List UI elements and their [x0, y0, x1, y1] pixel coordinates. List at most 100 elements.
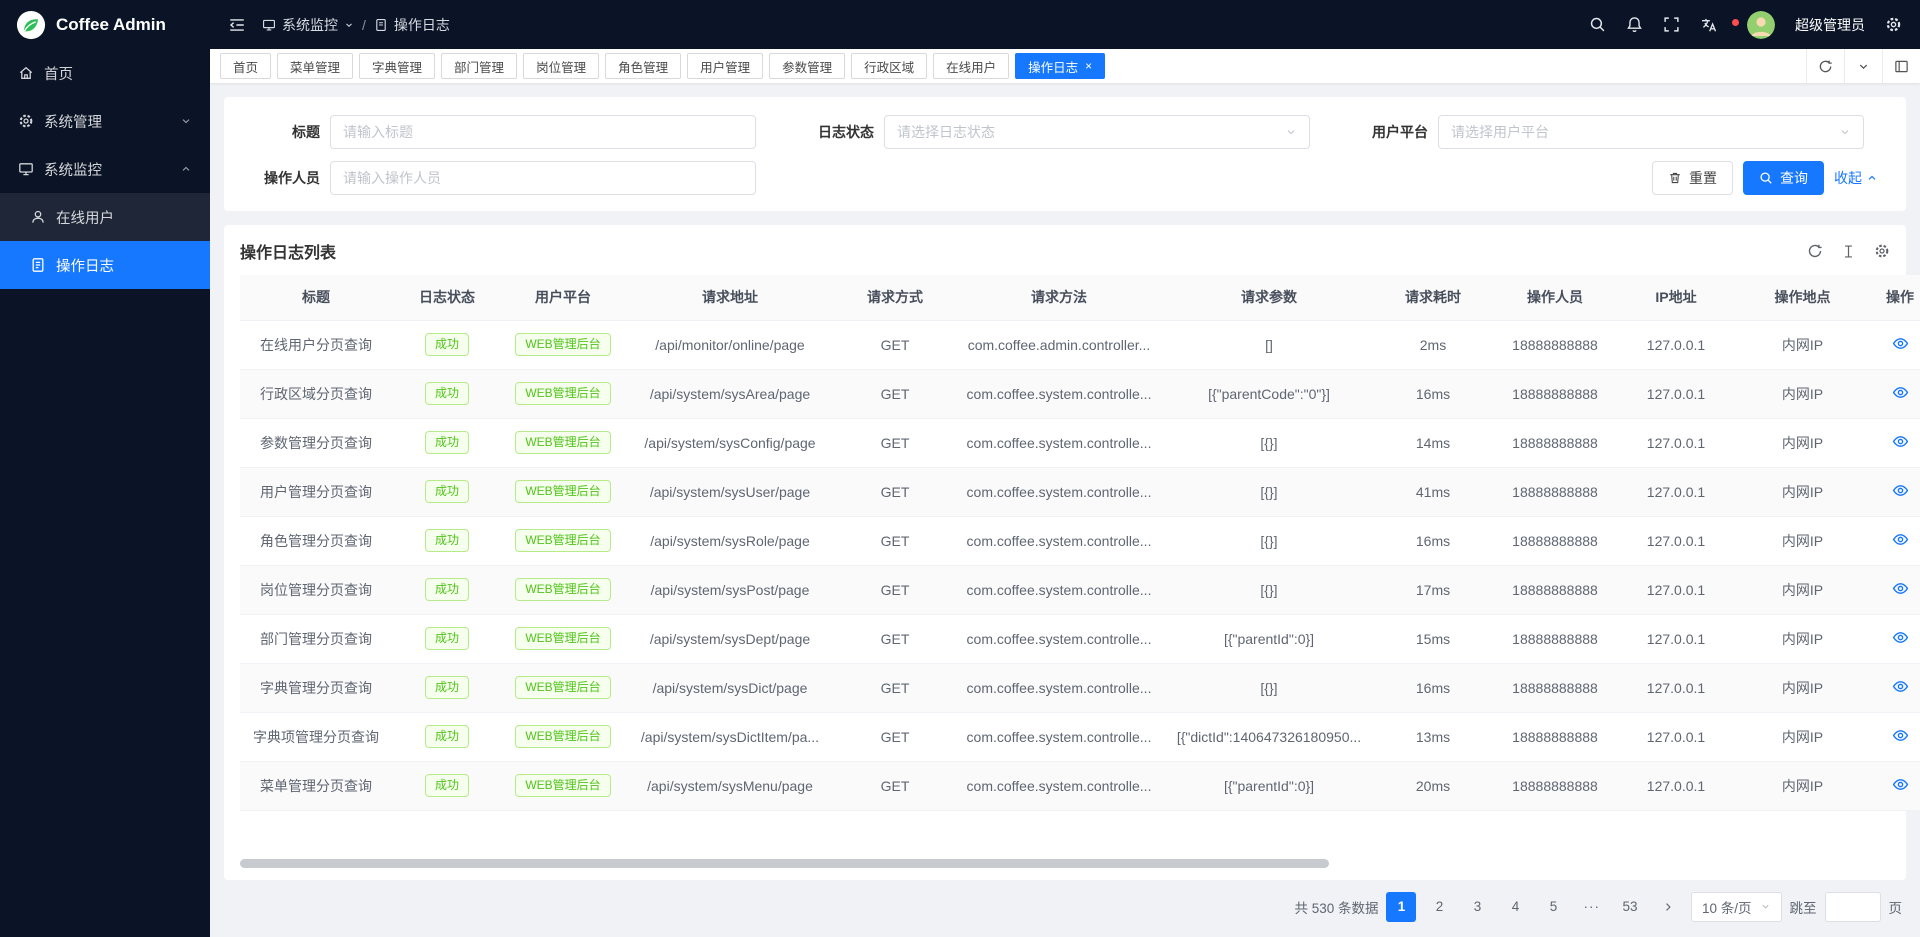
notification-bell-icon[interactable] [1626, 16, 1643, 33]
tab-用户管理[interactable]: 用户管理 [687, 53, 763, 79]
view-detail-eye-icon[interactable] [1892, 776, 1909, 793]
cell-method: GET [836, 320, 954, 369]
cell-operator: 18888888888 [1492, 516, 1618, 565]
tab-字典管理[interactable]: 字典管理 [359, 53, 435, 79]
view-detail-eye-icon[interactable] [1892, 580, 1909, 597]
sidebar-item-system-management[interactable]: 系统管理 [0, 97, 210, 145]
cell-method: GET [836, 516, 954, 565]
tab-label: 用户管理 [700, 57, 750, 76]
cell-location: 内网IP [1734, 369, 1871, 418]
sidebar-item-online-users[interactable]: 在线用户 [0, 193, 210, 241]
cell-duration: 13ms [1374, 712, 1492, 761]
cell-ip: 127.0.0.1 [1618, 516, 1734, 565]
breadcrumb-item-operation-logs[interactable]: 操作日志 [374, 15, 450, 35]
app-logo[interactable]: Coffee Admin [0, 0, 210, 49]
tab-菜单管理[interactable]: 菜单管理 [277, 53, 353, 79]
view-detail-eye-icon[interactable] [1892, 384, 1909, 401]
column-header-operator: 操作人员 [1492, 275, 1618, 320]
topbar: 系统监控 / 操作日志 超级管理员 [210, 0, 1920, 49]
view-detail-eye-icon[interactable] [1892, 678, 1909, 695]
title-input[interactable] [330, 115, 756, 149]
page-button-2[interactable]: 2 [1424, 892, 1454, 922]
view-detail-eye-icon[interactable] [1892, 727, 1909, 744]
settings-gear-icon[interactable] [1885, 16, 1902, 33]
page-button-5[interactable]: 5 [1538, 892, 1568, 922]
cell-title: 字典项管理分页查询 [240, 712, 392, 761]
operator-input[interactable] [330, 161, 756, 195]
cell-operator: 18888888888 [1492, 418, 1618, 467]
sidebar-item-system-monitoring[interactable]: 系统监控 [0, 145, 210, 193]
page-size-select[interactable]: 10 条/页 [1691, 892, 1782, 922]
title-label: 标题 [228, 122, 320, 142]
view-detail-eye-icon[interactable] [1892, 531, 1909, 548]
platform-tag: WEB管理后台 [515, 529, 610, 553]
cell-params: [{"parentCode":"0"}] [1164, 369, 1374, 418]
tab-label: 岗位管理 [536, 57, 586, 76]
page-button-4[interactable]: 4 [1500, 892, 1530, 922]
collapse-label: 收起 [1834, 168, 1862, 188]
tab-行政区域[interactable]: 行政区域 [851, 53, 927, 79]
tab-close-icon[interactable]: × [1085, 60, 1092, 72]
reset-button[interactable]: 重置 [1652, 161, 1733, 195]
cell-actions [1871, 516, 1920, 565]
refresh-icon[interactable] [1807, 243, 1823, 259]
status-tag: 成功 [425, 333, 469, 357]
column-header-params: 请求参数 [1164, 275, 1374, 320]
row-height-icon[interactable] [1841, 244, 1856, 259]
cell-url: /api/system/sysDept/page [624, 614, 836, 663]
user-platform-select[interactable]: 请选择用户平台 [1438, 115, 1864, 149]
tab-actions-chevron-icon[interactable] [1844, 49, 1882, 83]
cell-params: [{}] [1164, 418, 1374, 467]
jump-page-input[interactable] [1825, 892, 1881, 922]
cell-location: 内网IP [1734, 320, 1871, 369]
search-button[interactable]: 查询 [1743, 161, 1824, 195]
refresh-tab-icon[interactable] [1806, 49, 1844, 83]
view-detail-eye-icon[interactable] [1892, 335, 1909, 352]
chevron-up-icon [1866, 172, 1878, 184]
current-user-name[interactable]: 超级管理员 [1795, 15, 1865, 35]
cell-actions [1871, 418, 1920, 467]
tab-在线用户[interactable]: 在线用户 [933, 53, 1009, 79]
user-avatar[interactable] [1747, 11, 1775, 39]
tab-岗位管理[interactable]: 岗位管理 [523, 53, 599, 79]
breadcrumb-item-system-monitoring[interactable]: 系统监控 [262, 15, 354, 35]
translate-icon[interactable] [1700, 16, 1718, 34]
tab-角色管理[interactable]: 角色管理 [605, 53, 681, 79]
cell-url: /api/system/sysDict/page [624, 663, 836, 712]
tab-部门管理[interactable]: 部门管理 [441, 53, 517, 79]
cell-platform: WEB管理后台 [502, 614, 624, 663]
sidebar-collapse-icon[interactable] [228, 16, 246, 34]
content-fullscreen-icon[interactable] [1882, 49, 1920, 83]
cell-handler: com.coffee.system.controlle... [954, 712, 1164, 761]
page-button-53[interactable]: 53 [1615, 892, 1645, 922]
tab-参数管理[interactable]: 参数管理 [769, 53, 845, 79]
view-detail-eye-icon[interactable] [1892, 482, 1909, 499]
fullscreen-icon[interactable] [1663, 16, 1680, 33]
filter-panel: 标题 日志状态 请选择日志状态 用户平台 请选择用户平台 [224, 97, 1906, 211]
cell-ip: 127.0.0.1 [1618, 565, 1734, 614]
log-status-select[interactable]: 请选择日志状态 [884, 115, 1310, 149]
page-button-1[interactable]: 1 [1386, 892, 1416, 922]
collapse-filter-link[interactable]: 收起 [1834, 168, 1878, 188]
cell-platform: WEB管理后台 [502, 369, 624, 418]
table-row: 在线用户分页查询成功WEB管理后台/api/monitor/online/pag… [240, 320, 1920, 369]
log-table-card: 操作日志列表 标题日志状态用户平台请求地址请求方式请求方法请求参数请求耗时操作人… [224, 225, 1906, 880]
cell-ip: 127.0.0.1 [1618, 761, 1734, 810]
sidebar-item-operation-logs[interactable]: 操作日志 [0, 241, 210, 289]
tab-首页[interactable]: 首页 [220, 53, 271, 79]
horizontal-scrollbar-thumb[interactable] [240, 859, 1329, 868]
search-icon[interactable] [1589, 16, 1606, 33]
cell-handler: com.coffee.system.controlle... [954, 663, 1164, 712]
cell-duration: 41ms [1374, 467, 1492, 516]
column-settings-gear-icon[interactable] [1874, 243, 1890, 259]
cell-handler: com.coffee.system.controlle... [954, 418, 1164, 467]
page-button-3[interactable]: 3 [1462, 892, 1492, 922]
platform-tag: WEB管理后台 [515, 774, 610, 798]
tab-操作日志[interactable]: 操作日志× [1015, 53, 1105, 79]
cell-platform: WEB管理后台 [502, 418, 624, 467]
log-status-label: 日志状态 [782, 122, 874, 142]
sidebar-item-home[interactable]: 首页 [0, 49, 210, 97]
next-page-button[interactable] [1653, 892, 1683, 922]
view-detail-eye-icon[interactable] [1892, 433, 1909, 450]
view-detail-eye-icon[interactable] [1892, 629, 1909, 646]
